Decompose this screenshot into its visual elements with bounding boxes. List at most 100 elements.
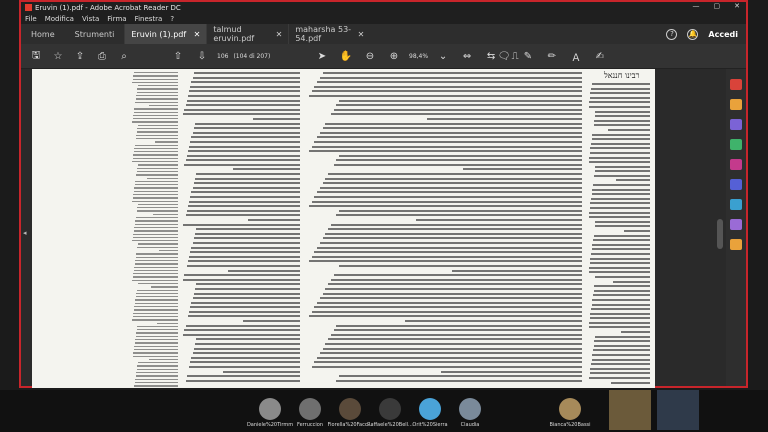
fill-sign-tool-icon[interactable] bbox=[730, 159, 742, 170]
participant-tile[interactable]: Ferruccion bbox=[292, 390, 328, 430]
document-tab-talmud-eruvin[interactable]: talmud eruvin.pdf ✕ bbox=[206, 24, 288, 44]
participant-tile[interactable]: Raffaele%20Bell... bbox=[367, 390, 413, 430]
tab-strumenti[interactable]: Strumenti bbox=[65, 24, 125, 44]
menu-firma[interactable]: Firma bbox=[107, 15, 126, 23]
select-cursor-icon[interactable]: ➤ bbox=[313, 47, 331, 65]
participant-tile[interactable]: Bianca%20Bassi bbox=[549, 390, 591, 430]
page-number-field[interactable]: 106 bbox=[217, 53, 228, 60]
menu-finestra[interactable]: Finestra bbox=[135, 15, 163, 23]
scanned-text-line bbox=[134, 306, 178, 308]
scanned-text-line bbox=[192, 352, 300, 355]
text-edit-icon[interactable]: Ａ bbox=[567, 47, 585, 65]
scanned-text-line bbox=[135, 339, 178, 341]
document-tab-maharsha[interactable]: maharsha 53-54.pdf ✕ bbox=[288, 24, 370, 44]
organize-pages-icon[interactable] bbox=[730, 199, 742, 210]
login-button[interactable]: Accedi bbox=[708, 30, 738, 39]
scanned-text-line bbox=[593, 124, 650, 127]
scanned-text-line bbox=[623, 230, 650, 232]
participant-video[interactable] bbox=[608, 390, 652, 430]
participant-tile[interactable]: Orit%20Sierra bbox=[412, 390, 448, 430]
menu-vista[interactable]: Vista bbox=[82, 15, 99, 23]
zoom-in-icon[interactable]: ⊕ bbox=[385, 47, 403, 65]
scanned-text-line bbox=[333, 274, 582, 277]
export-pdf-icon[interactable] bbox=[730, 79, 742, 90]
combine-files-icon[interactable] bbox=[730, 119, 742, 130]
scroll-thumb[interactable] bbox=[717, 219, 723, 249]
comment-tool-icon[interactable] bbox=[730, 99, 742, 110]
comment-icon[interactable]: 🗨 bbox=[495, 47, 513, 65]
scanned-text-line bbox=[589, 151, 650, 154]
more-tools-icon[interactable] bbox=[730, 219, 742, 230]
scanned-text-line bbox=[137, 243, 178, 245]
hand-tool-icon[interactable]: ✋ bbox=[337, 47, 355, 65]
scanned-text-line bbox=[134, 108, 178, 110]
zoom-out-icon[interactable]: ⊖ bbox=[361, 47, 379, 65]
participant-video[interactable] bbox=[656, 390, 700, 430]
bookmark-star-icon[interactable]: ☆ bbox=[49, 47, 67, 65]
scanned-text-line bbox=[252, 117, 300, 120]
edit-pdf-icon[interactable] bbox=[730, 139, 742, 150]
scanned-text-line bbox=[322, 72, 582, 74]
menu-modifica[interactable]: Modifica bbox=[45, 15, 74, 23]
scanned-text-line bbox=[135, 296, 178, 298]
notifications-icon[interactable]: 🔔 bbox=[687, 28, 699, 40]
scanned-text-line bbox=[591, 193, 650, 196]
vertical-scrollbar[interactable] bbox=[716, 69, 724, 386]
close-tab-icon[interactable]: ✕ bbox=[358, 30, 365, 39]
scanned-text-line bbox=[328, 173, 582, 176]
previous-page-icon[interactable]: ⇧ bbox=[169, 47, 187, 65]
scanned-text-line bbox=[184, 163, 300, 166]
menu-help[interactable]: ? bbox=[170, 15, 174, 23]
participant-avatar bbox=[419, 398, 441, 420]
scanned-text-line bbox=[590, 202, 650, 205]
participant-name: Fiorella%20Facc... bbox=[327, 422, 373, 428]
scanned-text-line bbox=[187, 205, 300, 208]
scanned-text-line bbox=[228, 269, 300, 272]
scanned-text-line bbox=[589, 317, 650, 320]
chevron-down-icon[interactable]: ⌄ bbox=[434, 47, 452, 65]
minimize-button[interactable]: — bbox=[693, 2, 700, 10]
tab-home[interactable]: Home bbox=[21, 24, 65, 44]
participant-tile[interactable]: Daniele%20Tirmm bbox=[247, 390, 293, 430]
scanned-text-line bbox=[322, 292, 582, 295]
zoom-level[interactable]: 98,4% bbox=[409, 53, 428, 60]
scanned-text-line bbox=[135, 256, 178, 258]
close-tab-icon[interactable]: ✕ bbox=[276, 30, 283, 39]
menu-file[interactable]: File bbox=[25, 15, 37, 23]
close-tab-icon[interactable]: ✕ bbox=[194, 30, 201, 39]
scanned-text-line bbox=[186, 99, 300, 102]
scanned-text-line bbox=[314, 251, 582, 254]
scanned-text-line bbox=[135, 299, 178, 301]
maximize-button[interactable]: ▢ bbox=[714, 2, 721, 10]
print-icon[interactable]: ⎙ bbox=[93, 47, 111, 65]
pdf-app-icon bbox=[25, 4, 32, 11]
close-button[interactable]: ✕ bbox=[734, 2, 740, 10]
collapse-left-panel-icon[interactable]: ◂ bbox=[23, 229, 27, 237]
participant-name: Bianca%20Bassi bbox=[549, 422, 591, 428]
scanned-text-line bbox=[137, 85, 178, 87]
scanned-text-line bbox=[308, 150, 582, 153]
scanned-text-line bbox=[134, 223, 178, 225]
scanned-text-line bbox=[184, 329, 300, 332]
fill-sign-icon[interactable]: ✍ bbox=[591, 47, 609, 65]
document-tab-eruvin[interactable]: Eruvin (1).pdf ✕ bbox=[124, 24, 207, 44]
scanned-text-line bbox=[189, 90, 300, 93]
participant-name: Claudia bbox=[460, 422, 480, 428]
search-icon[interactable]: ⌕ bbox=[115, 47, 133, 65]
upload-icon[interactable]: ⇪ bbox=[71, 47, 89, 65]
protect-icon[interactable] bbox=[730, 179, 742, 190]
scanned-text-line bbox=[133, 154, 178, 156]
scanned-text-line bbox=[136, 131, 178, 133]
help-icon[interactable]: ? bbox=[666, 28, 678, 40]
sign-icon[interactable] bbox=[730, 239, 742, 250]
draw-icon[interactable]: ✏ bbox=[543, 47, 561, 65]
fit-page-icon[interactable]: ⇔ bbox=[458, 47, 476, 65]
participant-tile[interactable]: Claudia bbox=[452, 390, 488, 430]
document-viewer[interactable]: ◂ רבינו חננאל bbox=[21, 69, 746, 388]
scanned-text-line bbox=[223, 370, 300, 373]
save-icon[interactable]: 🖫 bbox=[27, 47, 45, 65]
scanned-text-line bbox=[336, 379, 582, 382]
participant-tile[interactable]: Fiorella%20Facc... bbox=[328, 390, 372, 430]
next-page-icon[interactable]: ⇩ bbox=[193, 47, 211, 65]
highlight-pen-icon[interactable]: ✎ bbox=[519, 47, 537, 65]
